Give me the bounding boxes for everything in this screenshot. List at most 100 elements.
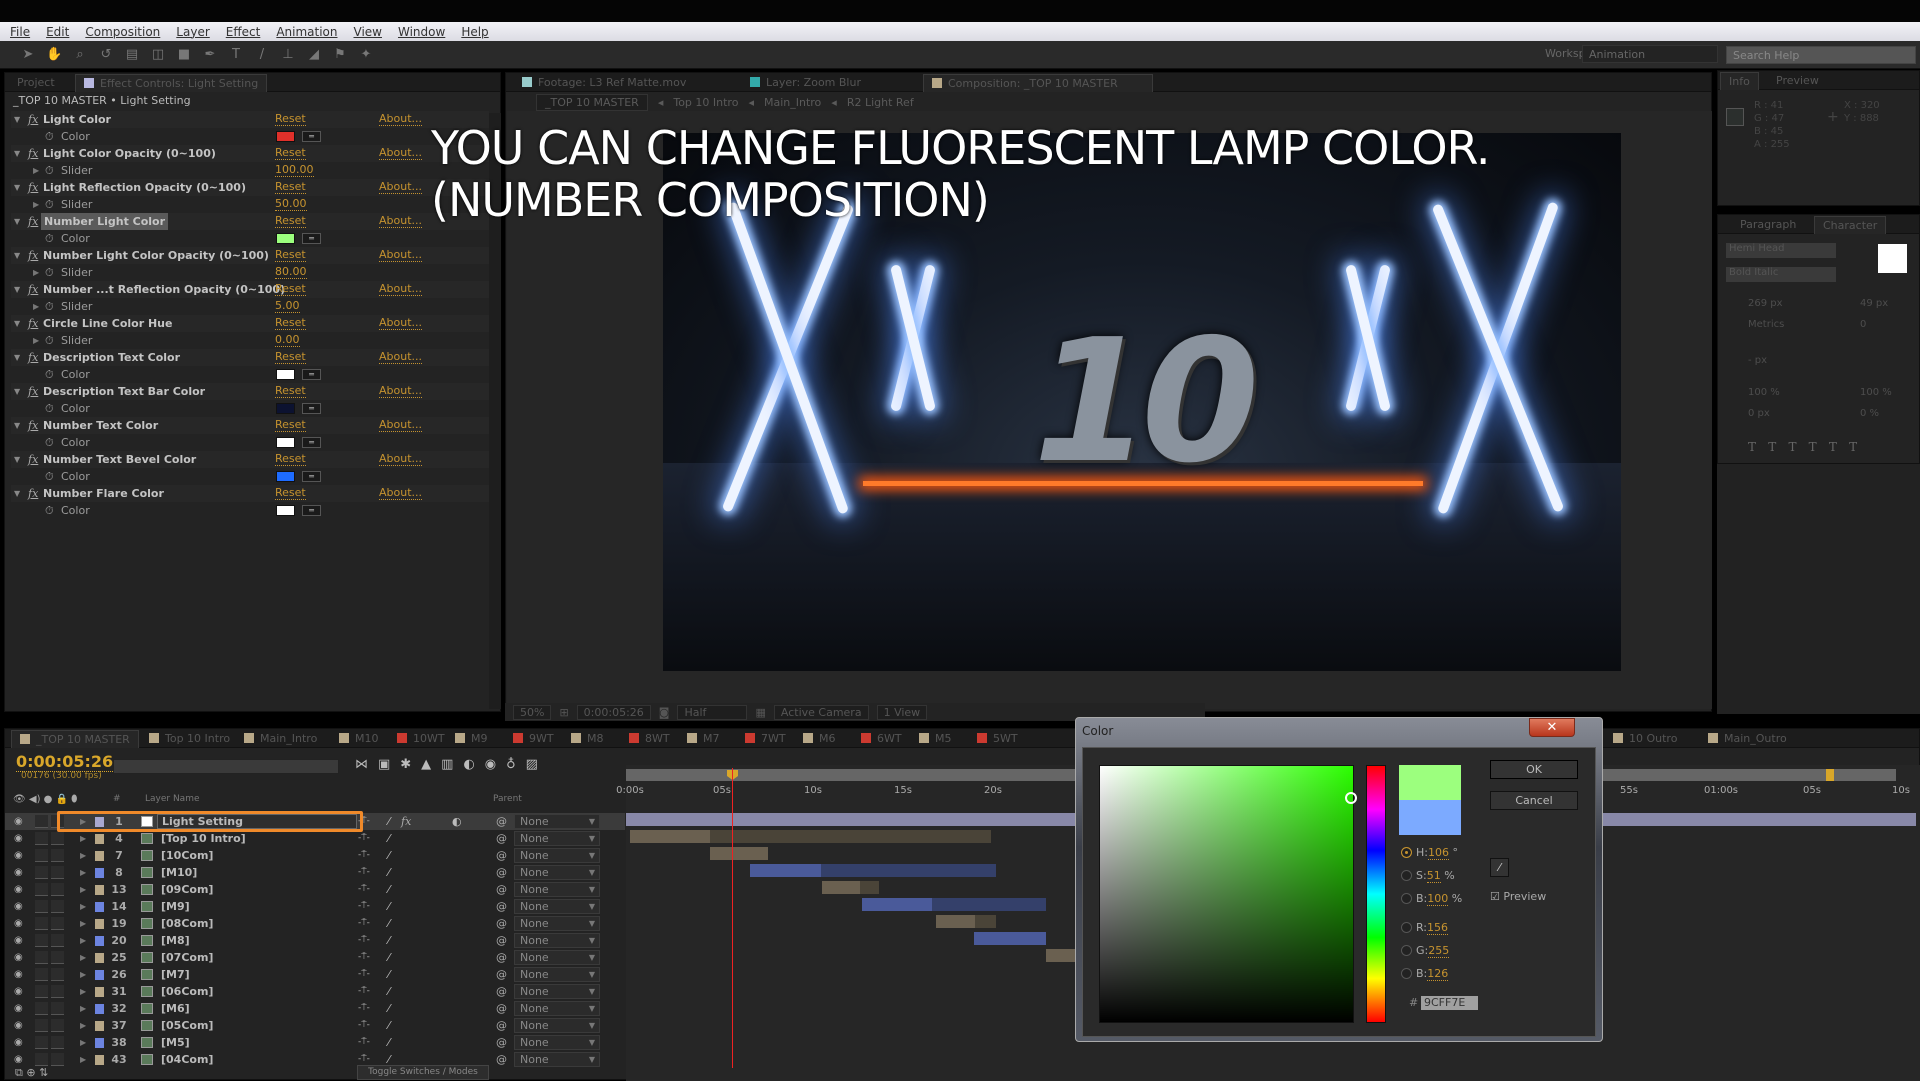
text-style-buttons[interactable]: TTTTTT <box>1748 440 1869 454</box>
reset-link[interactable]: Reset <box>275 486 306 500</box>
about-link[interactable]: About... <box>379 112 423 126</box>
color-swatch[interactable] <box>276 437 295 448</box>
tool-icon[interactable]: ◢ <box>306 47 322 63</box>
timeline-tab[interactable]: 7WT <box>737 730 794 748</box>
eye-icon[interactable]: ◉ <box>14 1000 23 1017</box>
color-swatch[interactable] <box>276 471 295 482</box>
shy-switch-icon[interactable]: -⍑- <box>358 915 370 932</box>
timeline-tab[interactable]: M10 <box>331 730 387 748</box>
stopwatch-icon[interactable]: ⏱ <box>45 332 54 349</box>
red-radio[interactable] <box>1401 922 1412 933</box>
timeline-tab[interactable]: Main_Outro <box>1700 730 1795 748</box>
hex-input[interactable]: 9CFF7E <box>1421 996 1478 1010</box>
menu-file[interactable]: File <box>10 25 30 39</box>
eye-icon[interactable]: ◉ <box>14 864 23 881</box>
saturation-brightness-field[interactable] <box>1099 765 1357 1023</box>
font-family-select[interactable]: Hemi Head <box>1726 243 1836 258</box>
eye-icon[interactable]: ◉ <box>14 830 23 847</box>
stopwatch-icon[interactable]: ⏱ <box>45 264 54 281</box>
about-link[interactable]: About... <box>379 452 423 466</box>
layer-duration-bar[interactable] <box>710 830 991 843</box>
eye-icon[interactable]: ◉ <box>14 881 23 898</box>
label-color-icon[interactable] <box>95 834 104 844</box>
fill-color-swatch[interactable] <box>1878 244 1907 273</box>
switch-box[interactable] <box>35 866 48 879</box>
quality-switch-icon[interactable]: ⁄ <box>388 949 390 966</box>
effect-name[interactable]: Number Text Bevel Color <box>43 451 196 468</box>
layer-duration-bar[interactable] <box>710 847 768 860</box>
label-color-icon[interactable] <box>95 953 104 963</box>
view-layout-select[interactable]: 1 View <box>876 704 928 720</box>
reset-link[interactable]: Reset <box>275 248 306 262</box>
switch-box[interactable] <box>35 951 48 964</box>
effect-header[interactable]: ▼ fx Light Reflection Opacity (0~100) Reset… <box>11 179 489 196</box>
effect-header[interactable]: ▼ fx Light Color Reset About... <box>11 111 489 128</box>
fx-toggle-icon[interactable]: fx <box>28 213 38 230</box>
tool-icon[interactable]: ➤ <box>20 47 36 63</box>
switch-box[interactable] <box>35 900 48 913</box>
expand-triangle-icon[interactable]: ▼ <box>14 247 20 264</box>
layer-name[interactable]: [05Com] <box>161 1017 213 1034</box>
timeline-switch-icons[interactable]: ⋈▣✱▲▥◐◉♁▨ <box>355 757 548 772</box>
switch-box[interactable] <box>35 985 48 998</box>
parent-select[interactable]: None <box>514 1018 600 1033</box>
layer-row[interactable]: ◉ ▶ 25 [07Com] -⍑- ⁄ @ None <box>5 949 625 966</box>
layer-duration-bar[interactable] <box>936 915 975 928</box>
reset-link[interactable]: Reset <box>275 180 306 194</box>
quality-switch-icon[interactable]: ⁄ <box>388 1034 390 1051</box>
layer-row[interactable]: ◉ ▶ 4 [Top 10 Intro] -⍑- ⁄ @ None <box>5 830 625 847</box>
expand-triangle-icon[interactable]: ▼ <box>14 111 20 128</box>
fx-switch-icon[interactable]: fx <box>401 813 411 830</box>
switch-box[interactable] <box>51 1002 64 1015</box>
tab-effect-controls[interactable]: Effect Controls: Light Setting <box>75 74 268 92</box>
stopwatch-icon[interactable]: ⏱ <box>45 298 54 315</box>
switch-box[interactable] <box>51 951 64 964</box>
camera-select[interactable]: Active Camera <box>773 704 869 720</box>
tool-icon[interactable]: ⊥ <box>280 47 296 63</box>
crumb-item[interactable]: Main_Intro <box>764 96 821 109</box>
layer-duration-bar[interactable] <box>862 898 932 911</box>
layer-row[interactable]: ◉ ▶ 31 [06Com] -⍑- ⁄ @ None <box>5 983 625 1000</box>
reset-link[interactable]: Reset <box>275 146 306 160</box>
tab-composition[interactable]: Composition: _TOP 10 MASTER <box>923 74 1153 92</box>
close-icon[interactable]: ✕ <box>1529 718 1575 737</box>
layer-duration-bar[interactable] <box>750 864 821 877</box>
effect-header[interactable]: ▼ fx Number Text Color Reset About... <box>11 417 489 434</box>
switch-box[interactable] <box>35 968 48 981</box>
layer-duration-bar[interactable] <box>821 864 996 877</box>
effect-header[interactable]: ▼ fx Circle Line Color Hue Reset About... <box>11 315 489 332</box>
timeline-tab[interactable]: M9 <box>447 730 496 748</box>
workspace-select[interactable]: Animation <box>1582 45 1718 63</box>
parent-select[interactable]: None <box>514 950 600 965</box>
menu-help[interactable]: Help <box>461 25 488 39</box>
expand-triangle-icon[interactable]: ▶ <box>80 864 86 881</box>
resolution-select[interactable]: Half <box>677 704 748 720</box>
slider-value[interactable]: 5.00 <box>275 299 300 313</box>
fx-toggle-icon[interactable]: fx <box>28 145 38 162</box>
parent-select[interactable]: None <box>514 831 600 846</box>
switch-box[interactable] <box>35 832 48 845</box>
timeline-tab[interactable]: 8WT <box>621 730 678 748</box>
quality-switch-icon[interactable]: ⁄ <box>388 932 390 949</box>
eye-icon[interactable]: ◉ <box>14 949 23 966</box>
tab-preview[interactable]: Preview <box>1768 72 1827 90</box>
stopwatch-icon[interactable]: ⏱ <box>45 128 54 145</box>
expand-triangle-icon[interactable]: ▶ <box>80 1017 86 1034</box>
effect-name[interactable]: Light Color <box>43 111 111 128</box>
effect-name[interactable]: Description Text Bar Color <box>43 383 205 400</box>
layer-duration-bar[interactable] <box>974 932 1046 945</box>
expand-triangle-icon[interactable]: ▶ <box>80 1051 86 1068</box>
brightness-radio[interactable] <box>1401 893 1412 904</box>
effect-name[interactable]: Description Text Color <box>43 349 180 366</box>
parent-select[interactable]: None <box>514 984 600 999</box>
eye-icon[interactable]: ◉ <box>14 983 23 1000</box>
expand-triangle-icon[interactable]: ▶ <box>33 298 39 315</box>
parent-select[interactable]: None <box>514 814 600 829</box>
pickwhip-icon[interactable]: @ <box>496 1000 507 1017</box>
eye-icon[interactable]: ◉ <box>14 1017 23 1034</box>
parent-select[interactable]: None <box>514 865 600 880</box>
eyedropper-icon[interactable]: ═ <box>302 233 321 244</box>
switch-box[interactable] <box>35 849 48 862</box>
reset-link[interactable]: Reset <box>275 418 306 432</box>
camera-snapshot-icon[interactable]: ◙ <box>659 706 670 719</box>
